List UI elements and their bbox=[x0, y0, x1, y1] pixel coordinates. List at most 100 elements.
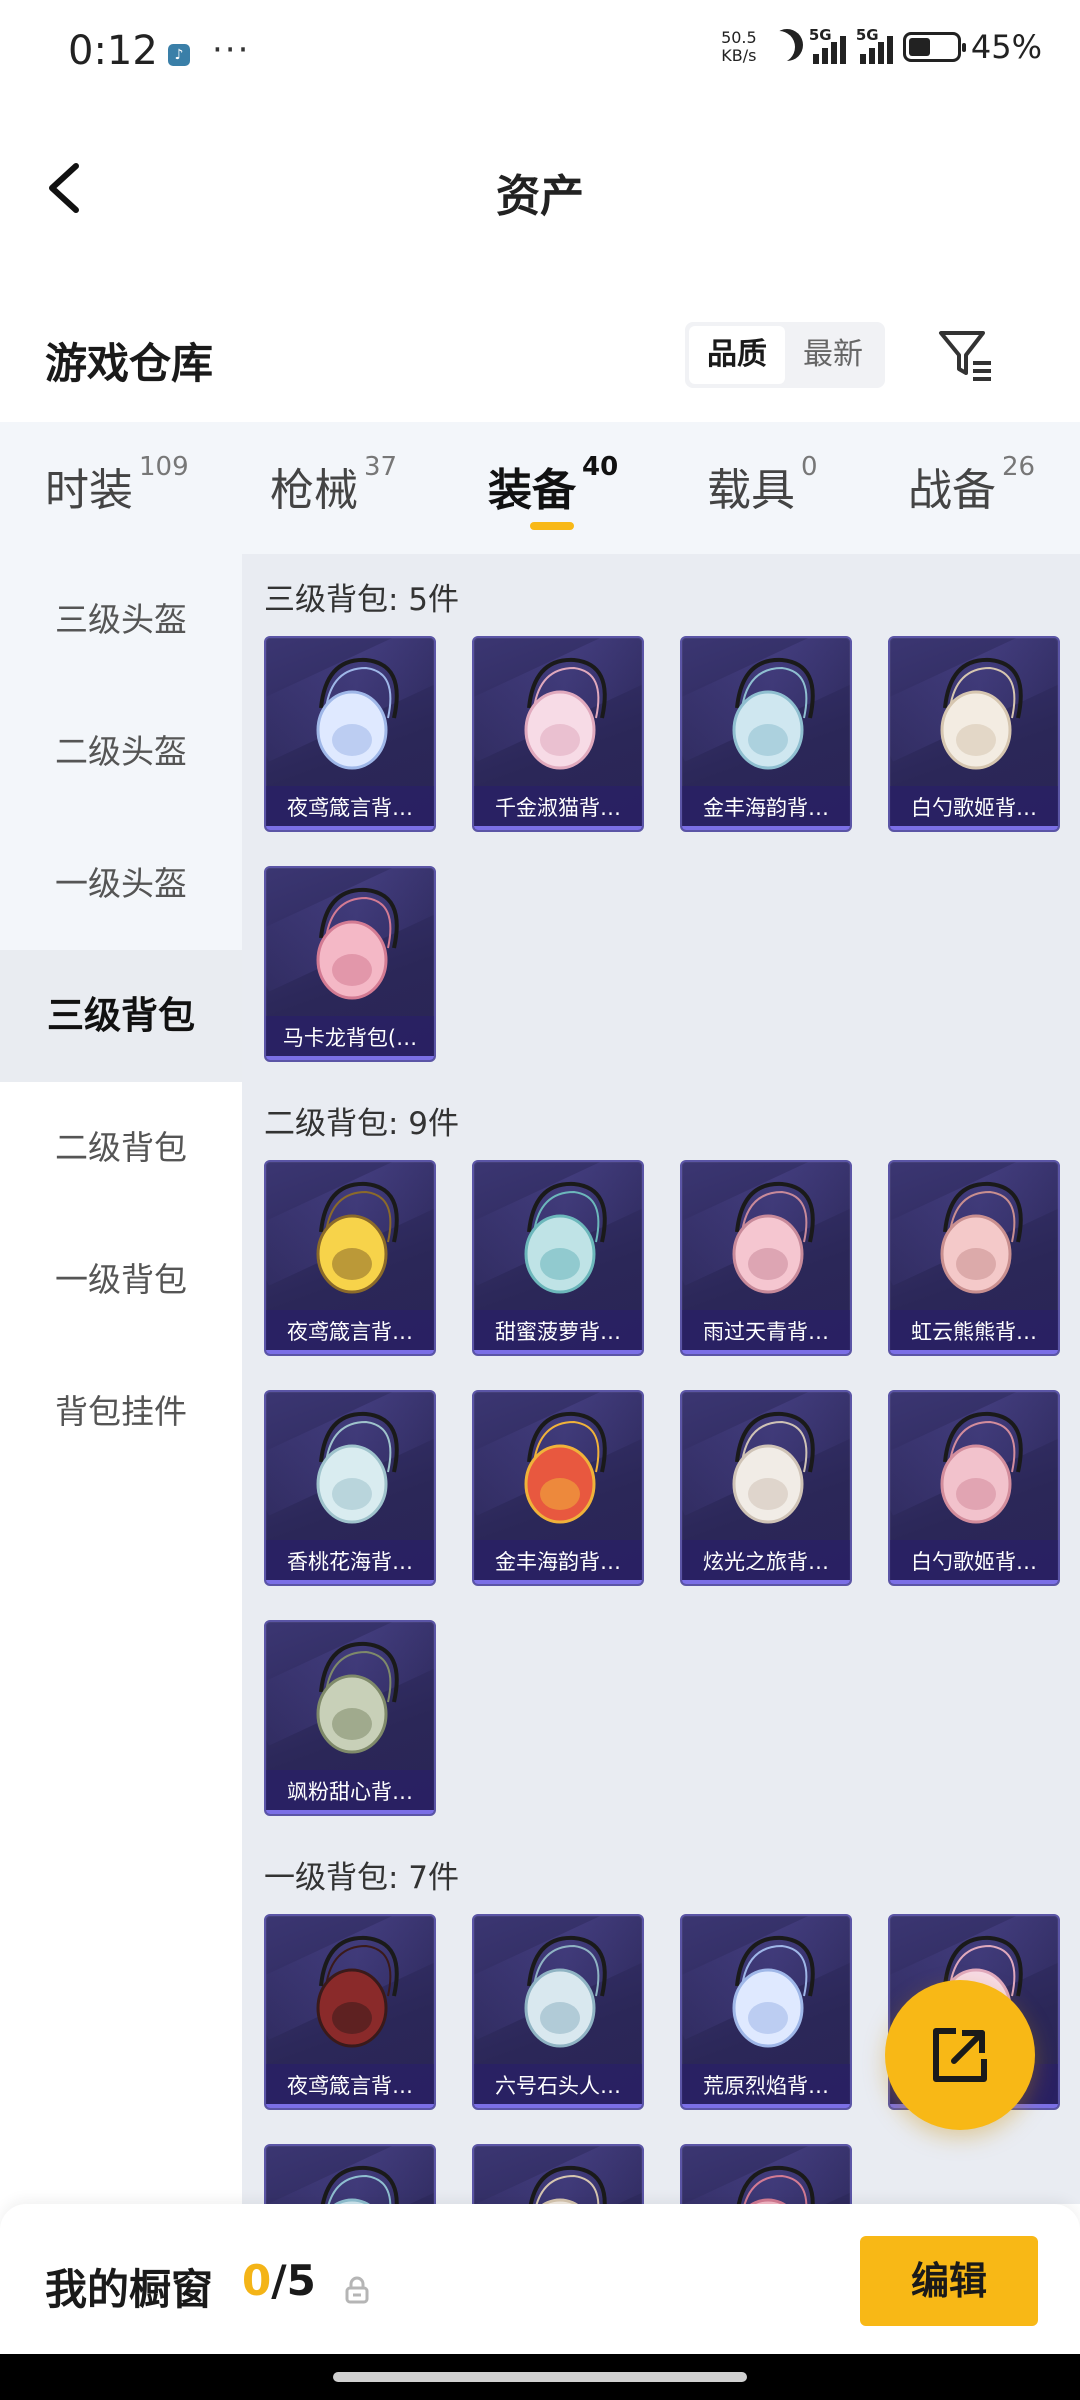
backpack-icon bbox=[316, 1935, 399, 2048]
backpack-icon bbox=[528, 2165, 607, 2204]
item-grid: 三级背包: 5件夜鸢箴言背… 千金淑猫背… 金丰海韵背… 白勺歌姬背… 马卡龙背包(… 二… bbox=[242, 554, 1080, 2204]
tab-equipment[interactable]: 装备 40 bbox=[488, 452, 618, 518]
item-name: 虹云熊熊背… bbox=[890, 1310, 1058, 1354]
item-card[interactable]: 马卡龙背包(… bbox=[264, 866, 436, 1062]
sidebar-item-helmet-3[interactable]: 三级头盔 bbox=[0, 554, 242, 686]
signal-icon-1: 5G bbox=[809, 26, 846, 64]
item-card[interactable]: 雨过天青背… bbox=[680, 1160, 852, 1356]
item-card[interactable]: 六号石头人… bbox=[472, 1914, 644, 2110]
item-name: 千金淑猫背… bbox=[474, 786, 642, 830]
item-card[interactable] bbox=[264, 2144, 436, 2204]
category-tabs: 时装 109 枪械 37 装备 40 载具 0 战备 26 bbox=[0, 422, 1080, 554]
sidebar-item-backpack-2[interactable]: 二级背包 bbox=[0, 1082, 242, 1214]
warehouse-title: 游戏仓库 bbox=[45, 339, 214, 388]
quality-bar bbox=[682, 826, 850, 830]
backpack-icon bbox=[316, 1641, 399, 1754]
backpack-icon bbox=[316, 1181, 399, 1294]
status-bar: 0:12 ♪ ··· 50.5 KB/s 5G 5G 45% bbox=[0, 0, 1080, 105]
quality-bar bbox=[266, 1580, 434, 1584]
battery-icon bbox=[902, 32, 966, 62]
group-title: 三级背包: 5件 bbox=[264, 582, 460, 618]
item-card[interactable]: 夜鸢箴言背… bbox=[264, 1160, 436, 1356]
quality-bar bbox=[266, 826, 434, 830]
battery-percent: 45% bbox=[970, 28, 1042, 66]
backpack-icon bbox=[732, 1935, 815, 2048]
item-card[interactable]: 香桃花海背… bbox=[264, 1390, 436, 1586]
item-card[interactable]: 千金淑猫背… bbox=[472, 636, 644, 832]
sort-quality[interactable]: 品质 bbox=[689, 326, 785, 384]
backpack-icon bbox=[732, 657, 815, 770]
item-name: 白勺歌姬背… bbox=[890, 1540, 1058, 1584]
backpack-icon bbox=[940, 1411, 1023, 1524]
tab-active-indicator bbox=[530, 522, 574, 530]
quality-bar bbox=[474, 1580, 642, 1584]
quality-bar bbox=[474, 1350, 642, 1354]
quality-bar bbox=[266, 1350, 434, 1354]
quality-bar bbox=[890, 1580, 1058, 1584]
quality-bar bbox=[890, 1350, 1058, 1354]
group-title: 二级背包: 9件 bbox=[264, 1106, 460, 1142]
showcase-bar: 我的橱窗 0/5 编辑 bbox=[0, 2204, 1080, 2354]
item-card[interactable]: 金丰海韵背… bbox=[680, 636, 852, 832]
quality-bar bbox=[266, 2104, 434, 2108]
item-name: 炫光之旅背… bbox=[682, 1540, 850, 1584]
backpack-icon bbox=[316, 657, 399, 770]
item-name: 白勺歌姬背… bbox=[890, 786, 1058, 830]
net-speed: 50.5 KB/s bbox=[721, 28, 757, 65]
item-card[interactable]: 夜鸢箴言背… bbox=[264, 1914, 436, 2110]
item-card[interactable]: 荒原烈焰背… bbox=[680, 1914, 852, 2110]
showcase-count: 0/5 bbox=[242, 2256, 316, 2305]
system-nav-bar bbox=[0, 2354, 1080, 2400]
sidebar-item-backpack-3[interactable]: 三级背包 bbox=[0, 950, 242, 1082]
filter-icon[interactable] bbox=[935, 325, 995, 385]
backpack-icon bbox=[524, 1181, 607, 1294]
item-card[interactable]: 金丰海韵背… bbox=[472, 1390, 644, 1586]
item-card[interactable]: 甜蜜菠萝背… bbox=[472, 1160, 644, 1356]
sidebar-item-backpack-charm[interactable]: 背包挂件 bbox=[0, 1346, 242, 1478]
backpack-icon bbox=[736, 2165, 815, 2204]
backpack-icon bbox=[320, 2165, 399, 2204]
backpack-icon bbox=[524, 657, 607, 770]
item-card[interactable]: 白勺歌姬背… bbox=[888, 636, 1060, 832]
quality-bar bbox=[474, 826, 642, 830]
item-name: 金丰海韵背… bbox=[474, 1540, 642, 1584]
item-card[interactable]: 夜鸢箴言背… bbox=[264, 636, 436, 832]
backpack-icon bbox=[732, 1411, 815, 1524]
quality-bar bbox=[266, 1810, 434, 1814]
item-card[interactable]: 虹云熊熊背… bbox=[888, 1160, 1060, 1356]
tab-fashion[interactable]: 时装 109 bbox=[45, 452, 189, 518]
item-card[interactable]: 飒粉甜心背… bbox=[264, 1620, 436, 1816]
item-name: 雨过天青背… bbox=[682, 1310, 850, 1354]
item-card[interactable]: 白勺歌姬背… bbox=[888, 1390, 1060, 1586]
item-card[interactable] bbox=[472, 2144, 644, 2204]
status-indicators: 50.5 KB/s 5G 5G 45% bbox=[717, 26, 1042, 66]
item-name: 马卡龙背包(… bbox=[266, 1016, 434, 1060]
item-card[interactable] bbox=[680, 2144, 852, 2204]
more-notifications-icon: ··· bbox=[212, 30, 251, 70]
item-card[interactable]: 炫光之旅背… bbox=[680, 1390, 852, 1586]
item-name: 香桃花海背… bbox=[266, 1540, 434, 1584]
sidebar-item-backpack-1[interactable]: 一级背包 bbox=[0, 1214, 242, 1346]
share-icon bbox=[933, 2028, 987, 2082]
sort-newest[interactable]: 最新 bbox=[785, 326, 881, 384]
tab-firearms[interactable]: 枪械 37 bbox=[270, 452, 397, 518]
quality-bar bbox=[682, 2104, 850, 2108]
edit-button[interactable]: 编辑 bbox=[860, 2236, 1038, 2326]
sort-toggle: 品质 最新 bbox=[685, 322, 885, 388]
quality-bar bbox=[266, 1056, 434, 1060]
page-title: 资产 bbox=[496, 171, 584, 222]
item-name: 荒原烈焰背… bbox=[682, 2064, 850, 2108]
item-name: 六号石头人… bbox=[474, 2064, 642, 2108]
home-handle[interactable] bbox=[333, 2372, 747, 2382]
quality-bar bbox=[474, 2104, 642, 2108]
item-name: 甜蜜菠萝背… bbox=[474, 1310, 642, 1354]
item-name: 飒粉甜心背… bbox=[266, 1770, 434, 1814]
tab-vehicles[interactable]: 载具 0 bbox=[707, 452, 818, 518]
backpack-icon bbox=[524, 1411, 607, 1524]
sidebar-item-helmet-2[interactable]: 二级头盔 bbox=[0, 686, 242, 818]
sidebar-item-helmet-1[interactable]: 一级头盔 bbox=[0, 818, 242, 950]
quality-bar bbox=[682, 1350, 850, 1354]
item-name: 夜鸢箴言背… bbox=[266, 786, 434, 830]
tab-supplies[interactable]: 战备 26 bbox=[908, 452, 1035, 518]
share-button[interactable] bbox=[885, 1980, 1035, 2130]
